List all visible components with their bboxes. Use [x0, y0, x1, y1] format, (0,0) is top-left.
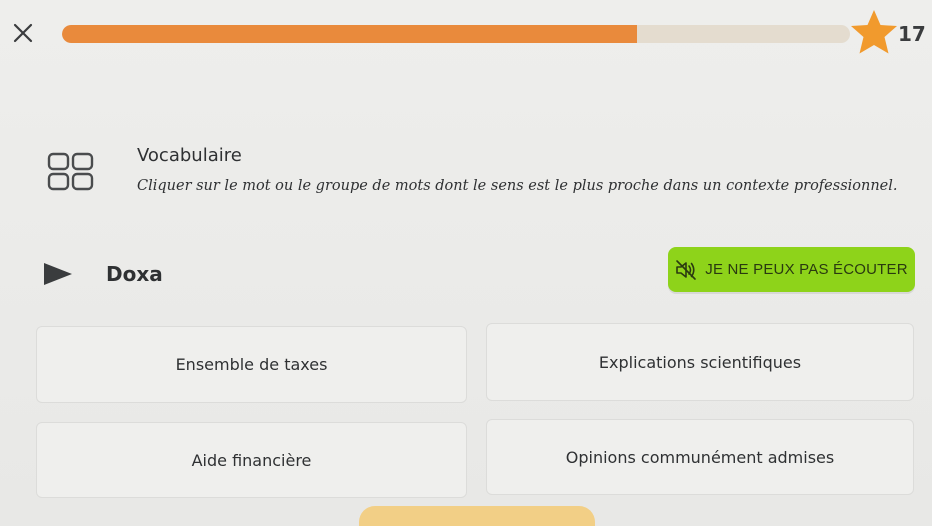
answer-option-label: Explications scientifiques: [598, 352, 802, 372]
progress-fill: [62, 25, 638, 43]
answer-option-label: Opinions communément admises: [565, 447, 835, 467]
question-word: Doxa: [106, 262, 163, 286]
grid-squares-icon: [47, 152, 94, 191]
answer-option-ensemble-de-taxes[interactable]: Ensemble de taxes: [36, 326, 467, 403]
star-icon: [851, 10, 897, 54]
score-counter: 17 /: [898, 22, 932, 46]
answer-option-label: Ensemble de taxes: [175, 355, 328, 374]
close-icon: [13, 23, 33, 43]
close-button[interactable]: [10, 20, 36, 46]
answer-option-explications-scientifiques[interactable]: Explications scientifiques: [486, 323, 914, 401]
play-button[interactable]: [40, 258, 76, 290]
play-icon: [44, 263, 72, 285]
answer-option-aide-financiere[interactable]: Aide financière: [36, 422, 467, 498]
cant-listen-label: JE NE PEUX PAS ÉCOUTER: [705, 261, 908, 278]
quiz-page: 17 / Vocabulaire Cliquer sur le mot ou l…: [0, 0, 932, 526]
speaker-muted-icon: [676, 259, 697, 280]
cant-listen-button[interactable]: JE NE PEUX PAS ÉCOUTER: [668, 247, 915, 292]
instructions-text: Cliquer sur le mot ou le groupe de mots …: [137, 178, 898, 194]
continue-button[interactable]: [359, 506, 595, 526]
section-title: Vocabulaire: [137, 145, 242, 166]
answer-option-opinions-communement-admises[interactable]: Opinions communément admises: [486, 419, 914, 495]
answer-option-label: Aide financière: [191, 450, 312, 470]
progress-bar: [62, 25, 850, 43]
